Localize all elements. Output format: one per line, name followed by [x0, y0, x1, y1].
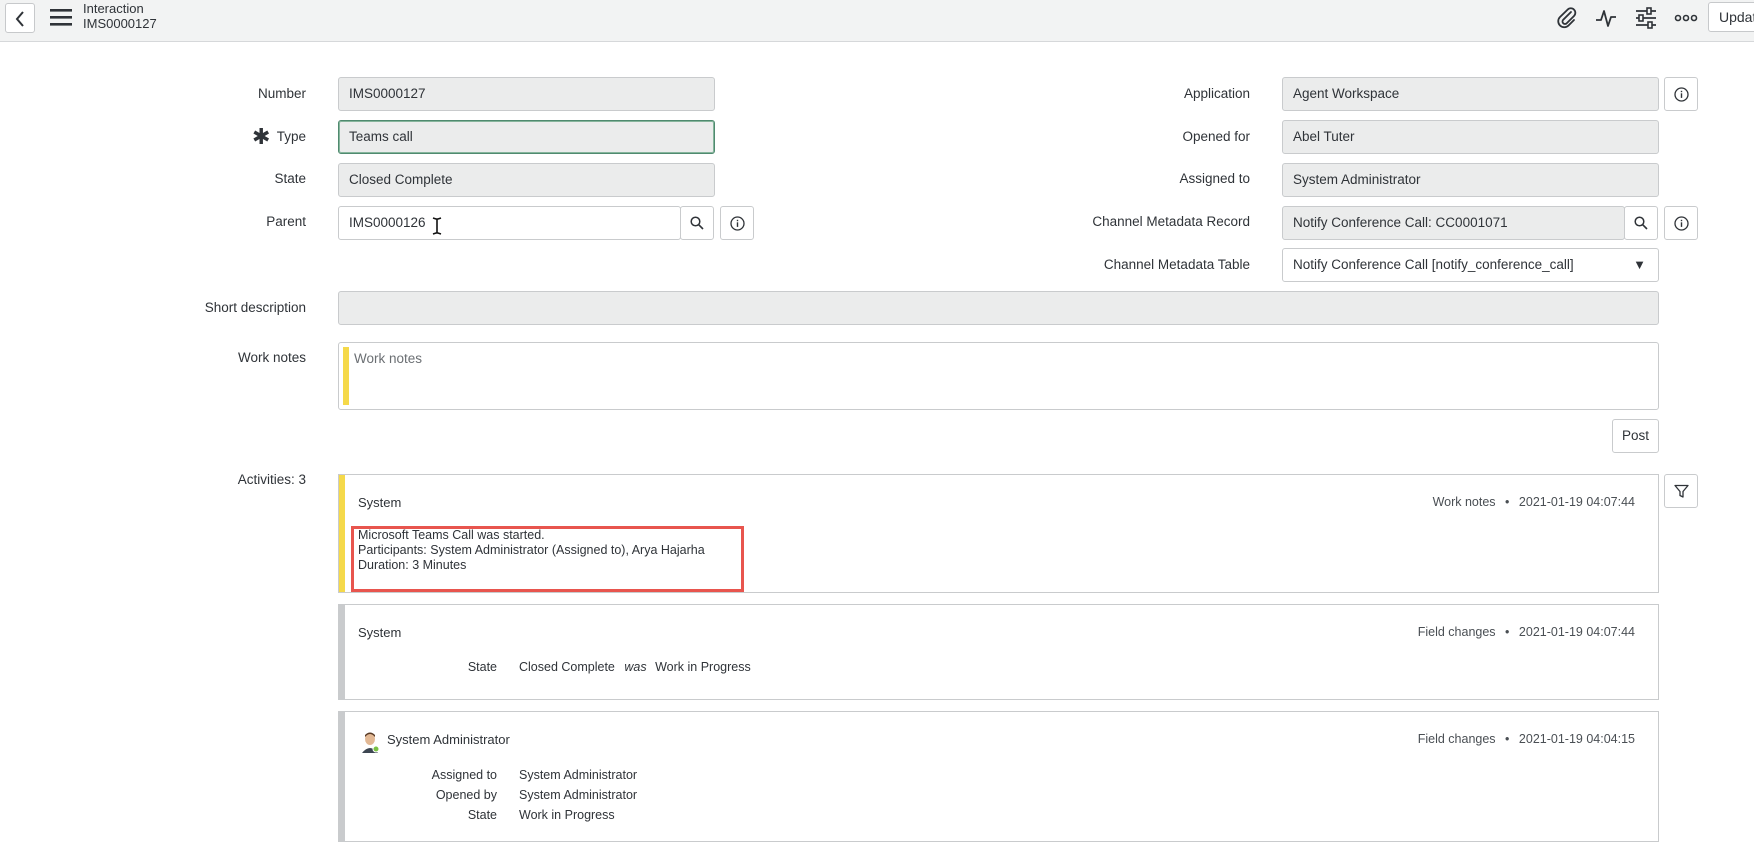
back-button[interactable] [5, 3, 35, 33]
number-field[interactable]: IMS0000127 [338, 77, 715, 111]
text-cursor-icon [432, 217, 442, 235]
search-icon [1634, 216, 1648, 230]
header-bar: Interaction IMS0000127 Updat [0, 0, 1754, 42]
type-field[interactable]: Teams call [338, 120, 715, 154]
avatar [360, 731, 380, 753]
opened-for-label: Opened for [1182, 129, 1250, 144]
channel-table-label: Channel Metadata Table [1103, 257, 1250, 272]
type-label: Type [276, 129, 306, 144]
meta-separator: • [1505, 495, 1510, 509]
activity-timestamp: 2021-01-19 04:07:44 [1518, 625, 1635, 639]
work-notes-color-bar [343, 347, 349, 405]
channel-table-select[interactable]: Notify Conference Call [notify_conferenc… [1282, 248, 1659, 282]
info-icon [1674, 216, 1689, 231]
activity-type: Work notes [1432, 495, 1496, 509]
search-icon [690, 216, 704, 230]
channel-record-field[interactable]: Notify Conference Call: CC0001071 [1282, 206, 1625, 240]
activity-type: Field changes [1417, 732, 1496, 746]
paperclip-icon[interactable] [1555, 6, 1579, 30]
change-new-value: Closed Complete [519, 660, 615, 674]
application-field[interactable]: Agent Workspace [1282, 77, 1659, 111]
work-notes-placeholder: Work notes [354, 351, 423, 366]
update-button[interactable]: Updat [1708, 2, 1754, 32]
change-field-name: Assigned to [431, 768, 497, 782]
activity-author: System [358, 495, 402, 510]
channel-record-label: Channel Metadata Record [1092, 214, 1250, 229]
meta-separator: • [1505, 625, 1510, 639]
info-icon [1674, 87, 1689, 102]
page-subtitle: IMS0000127 [83, 16, 157, 31]
channel-record-lookup-button[interactable] [1624, 206, 1658, 240]
number-label: Number [257, 86, 306, 101]
activity-meta: Field changes • 2021-01-19 04:04:15 [1418, 732, 1635, 746]
menu-icon[interactable] [49, 7, 73, 27]
record-title: Interaction IMS0000127 [83, 1, 157, 31]
change-new-value: System Administrator [519, 768, 638, 782]
field-change-color-bar [339, 605, 345, 699]
change-field-name: Opened by [435, 788, 497, 802]
change-was-word: was [624, 660, 647, 674]
parent-input[interactable]: IMS0000126 [338, 206, 681, 240]
application-label: Application [1183, 86, 1250, 101]
parent-lookup-button[interactable] [680, 206, 714, 240]
activity-author: System [358, 625, 402, 640]
change-new-value: System Administrator [519, 788, 638, 802]
highlight-annotation-box [351, 526, 744, 592]
change-field-name: State [467, 660, 497, 674]
parent-info-button[interactable] [720, 206, 754, 240]
field-change-color-bar [339, 712, 345, 841]
assigned-to-field[interactable]: System Administrator [1282, 163, 1659, 197]
short-description-label: Short description [204, 300, 306, 315]
post-button[interactable]: Post [1612, 419, 1659, 453]
activity-icon[interactable] [1594, 6, 1618, 30]
change-new-value: Work in Progress [519, 808, 615, 822]
filter-icon [1674, 484, 1689, 498]
activity-author: System Administrator [387, 732, 510, 747]
more-icon[interactable] [1674, 6, 1698, 30]
required-star-icon: ✱ [252, 124, 271, 149]
back-icon [15, 11, 24, 27]
change-value: Closed Complete was Work in Progress [519, 660, 751, 674]
opened-for-field[interactable]: Abel Tuter [1282, 120, 1659, 154]
activity-timestamp: 2021-01-19 04:07:44 [1518, 495, 1635, 509]
application-info-button[interactable] [1664, 77, 1698, 111]
channel-record-info-button[interactable] [1664, 206, 1698, 240]
activity-card-field-change: System Field changes • 2021-01-19 04:07:… [338, 604, 1659, 700]
dropdown-caret-icon: ▼ [1633, 257, 1646, 272]
state-field[interactable]: Closed Complete [338, 163, 715, 197]
change-field-name: State [467, 808, 497, 822]
short-description-field[interactable] [338, 291, 1659, 325]
activities-label: Activities: 3 [237, 472, 306, 487]
activity-meta: Work notes • 2021-01-19 04:07:44 [1433, 495, 1635, 509]
change-old-value: Work in Progress [655, 660, 751, 674]
activity-card-field-change: System Administrator Field changes • 202… [338, 711, 1659, 842]
assigned-to-label: Assigned to [1179, 171, 1250, 186]
activity-meta: Field changes • 2021-01-19 04:07:44 [1418, 625, 1635, 639]
channel-table-value: Notify Conference Call [notify_conferenc… [1293, 257, 1574, 272]
activity-filter-button[interactable] [1664, 474, 1698, 508]
info-icon [730, 216, 745, 231]
state-label: State [274, 171, 306, 186]
settings-sliders-icon[interactable] [1634, 6, 1658, 30]
work-note-color-bar [339, 475, 345, 592]
activity-timestamp: 2021-01-19 04:04:15 [1518, 732, 1635, 746]
parent-label: Parent [266, 214, 306, 229]
work-notes-label: Work notes [237, 350, 306, 365]
work-notes-textarea[interactable]: Work notes [338, 342, 1659, 410]
page-title: Interaction [83, 1, 144, 16]
meta-separator: • [1505, 732, 1510, 746]
activity-type: Field changes [1417, 625, 1496, 639]
